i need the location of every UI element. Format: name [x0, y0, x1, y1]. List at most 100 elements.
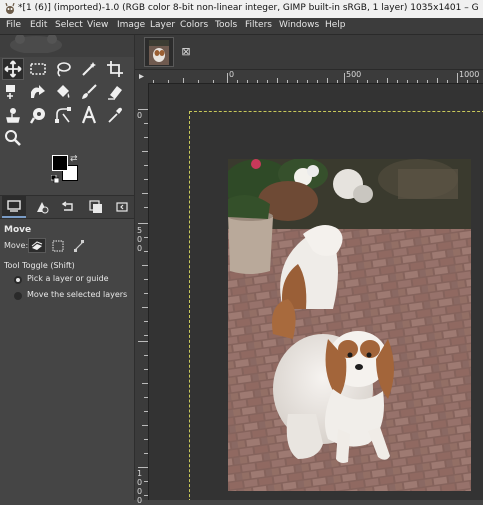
move-tool-button[interactable] — [2, 58, 24, 80]
color-picker-icon — [108, 107, 122, 123]
toolbox-header — [0, 35, 134, 57]
clone-button[interactable] — [2, 104, 24, 126]
fuzzy-select-button[interactable] — [78, 58, 100, 80]
text-icon — [81, 106, 97, 124]
warp-transform-icon — [31, 85, 45, 98]
vruler-label-1: 1 — [137, 469, 143, 478]
free-select-icon — [57, 62, 71, 77]
gimp-app-icon — [5, 3, 15, 14]
vruler-label-0d: 0 — [137, 478, 143, 487]
unified-transform-icon — [6, 85, 15, 99]
warp-transform-button[interactable] — [27, 81, 49, 103]
vruler-label-5: 5 — [137, 226, 143, 235]
vertical-ruler-ticks — [138, 109, 148, 496]
tab-undo-history[interactable] — [56, 196, 80, 218]
radio-pick-layer[interactable] — [14, 276, 22, 284]
navigate-icon — [139, 74, 144, 79]
images-icon — [89, 200, 102, 213]
tab-images[interactable] — [84, 196, 108, 218]
rect-select-button[interactable] — [27, 58, 49, 80]
menu-file[interactable]: File — [6, 20, 21, 30]
tool-toggle-label: Tool Toggle (Shift) — [4, 261, 75, 270]
fuzzy-select-icon — [82, 62, 96, 76]
zoom-icon — [5, 130, 21, 146]
wilber-logo-icon — [10, 35, 62, 53]
image-tabs-bar: ⊠ — [135, 35, 483, 70]
toolbox-panel: ⇄ Move Move: Tool Toggle (Shift) Pick a — [0, 35, 135, 500]
tab-configure[interactable] — [110, 196, 134, 218]
ruler-label-500: 500 — [346, 70, 362, 79]
menu-layer[interactable]: Layer — [150, 20, 175, 30]
horizontal-ruler-ticks — [153, 73, 478, 83]
vruler-label-0c: 0 — [137, 244, 143, 253]
rect-select-icon — [30, 63, 46, 75]
image-canvas[interactable] — [149, 84, 483, 500]
title-bar: *[1 (6)] (imported)-1.0 (RGB color 8-bit… — [0, 0, 483, 18]
menu-image[interactable]: Image — [117, 20, 145, 30]
clone-icon — [6, 108, 20, 123]
move-tool-icon — [4, 60, 22, 78]
ruler-label-1000: 1000 — [459, 70, 480, 79]
paintbrush-icon — [82, 84, 97, 99]
selection-icon — [52, 239, 64, 252]
device-status-icon — [37, 202, 49, 214]
paintbrush-button[interactable] — [78, 81, 100, 103]
path-icon — [74, 239, 84, 252]
vruler-label-0e: 0 — [137, 487, 143, 496]
zoom-button[interactable] — [2, 127, 24, 149]
vertical-ruler[interactable]: 0 5 0 0 1 0 0 0 — [135, 83, 149, 505]
swap-colors-icon[interactable]: ⇄ — [70, 154, 78, 164]
smudge-button[interactable] — [27, 104, 49, 126]
eraser-icon — [108, 86, 122, 100]
image-tab-thumbnail[interactable] — [144, 37, 174, 67]
ruler-corner[interactable] — [135, 70, 148, 83]
smudge-icon — [29, 108, 45, 124]
move-mode-label: Move: — [4, 241, 29, 250]
menu-edit[interactable]: Edit — [30, 20, 47, 30]
menu-windows[interactable]: Windows — [279, 20, 319, 30]
foreground-color-swatch[interactable] — [52, 155, 68, 171]
menu-view[interactable]: View — [87, 20, 108, 30]
move-path-button[interactable] — [70, 238, 88, 253]
paths-icon — [55, 107, 71, 123]
undo-history-icon — [61, 201, 73, 211]
menu-bar: File Edit Select View Image Layer Colors… — [0, 18, 483, 35]
move-selection-button[interactable] — [49, 238, 67, 253]
vruler-label-0b: 0 — [137, 235, 143, 244]
unified-transform-button[interactable] — [2, 81, 24, 103]
tool-options-icon — [7, 200, 21, 212]
crop-button[interactable] — [104, 58, 126, 80]
eraser-button[interactable] — [104, 81, 126, 103]
dog-photo[interactable] — [228, 159, 471, 491]
move-layer-button[interactable] — [28, 238, 46, 253]
menu-tools[interactable]: Tools — [215, 20, 237, 30]
menu-filters[interactable]: Filters — [245, 20, 272, 30]
free-select-button[interactable] — [52, 58, 74, 80]
tab-device-status[interactable] — [30, 196, 54, 218]
radio-move-selected[interactable] — [14, 292, 22, 300]
color-picker-button[interactable] — [104, 104, 126, 126]
tool-options-title: Move — [4, 225, 32, 235]
image-thumbnail — [149, 40, 169, 65]
reset-colors-icon[interactable] — [51, 175, 59, 183]
configure-icon — [116, 202, 128, 212]
close-image-tab-icon[interactable]: ⊠ — [179, 44, 193, 58]
horizontal-ruler[interactable]: 0 500 1000 — [148, 70, 483, 84]
crop-icon — [107, 61, 123, 77]
radio-move-selected-label[interactable]: Move the selected layers — [27, 290, 127, 299]
menu-help[interactable]: Help — [325, 20, 346, 30]
dock-tabs — [0, 195, 134, 219]
tab-tool-options[interactable] — [2, 196, 26, 218]
paths-button[interactable] — [52, 104, 74, 126]
text-tool-button[interactable] — [78, 104, 100, 126]
menu-colors[interactable]: Colors — [180, 20, 208, 30]
vruler-label-0: 0 — [137, 111, 143, 120]
vruler-label-0f: 0 — [137, 496, 143, 505]
bucket-fill-icon — [57, 85, 70, 98]
radio-pick-layer-label[interactable]: Pick a layer or guide — [27, 274, 109, 283]
window-title: *[1 (6)] (imported)-1.0 (RGB color 8-bit… — [18, 3, 478, 13]
menu-select[interactable]: Select — [55, 20, 83, 30]
bucket-fill-button[interactable] — [52, 81, 74, 103]
layer-icon — [31, 240, 43, 250]
ruler-label-0: 0 — [229, 70, 235, 79]
